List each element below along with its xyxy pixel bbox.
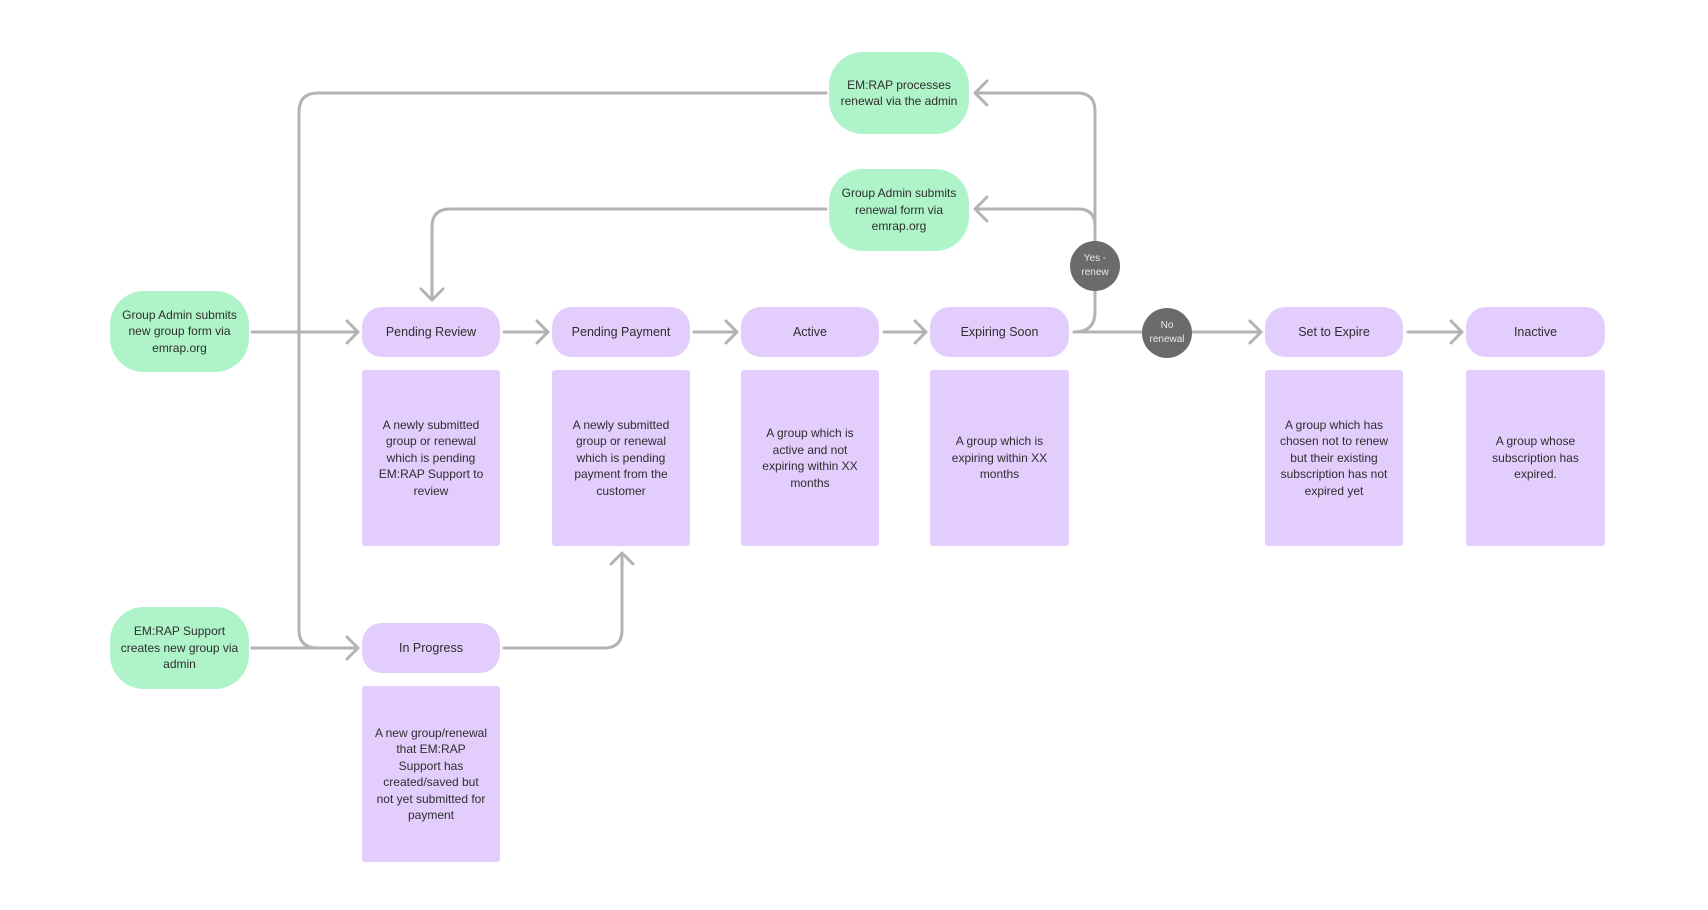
connector-in-progress-to-payment	[502, 551, 635, 650]
connector-active-to-expiring	[882, 319, 928, 345]
state-inactive: Inactive	[1466, 307, 1605, 357]
state-set-to-expire: Set to Expire	[1265, 307, 1403, 357]
start-processes-renewal: EM:RAP processes renewal via the admin	[829, 52, 969, 134]
state-set-to-expire-description: A group which has chosen not to renew bu…	[1265, 370, 1403, 546]
connector-payment-to-active	[692, 319, 739, 345]
state-pending-review-description: A newly submitted group or renewal which…	[362, 370, 500, 546]
state-expiring-soon-description: A group which is expiring within XX mont…	[930, 370, 1069, 546]
connector-renewal-form-to-pending-review	[419, 207, 828, 302]
state-inactive-description: A group whose subscription has expired.	[1466, 370, 1605, 546]
connector-set-to-expire-to-inactive	[1406, 319, 1464, 345]
state-active-description: A group which is active and not expiring…	[741, 370, 879, 546]
state-in-progress: In Progress	[362, 623, 500, 673]
decision-yes-renew: Yes - renew	[1070, 241, 1120, 291]
start-renewal-form: Group Admin submits renewal form via emr…	[829, 169, 969, 251]
state-in-progress-description: A new group/renewal that EM:RAP Support …	[362, 686, 500, 862]
state-pending-review: Pending Review	[362, 307, 500, 357]
state-expiring-soon: Expiring Soon	[930, 307, 1069, 357]
state-pending-payment: Pending Payment	[552, 307, 690, 357]
state-pending-payment-description: A newly submitted group or renewal which…	[552, 370, 690, 546]
connector-yes-renew-to-renewal-form	[973, 195, 1097, 232]
connector-new-form-to-pending-review	[250, 319, 360, 345]
decision-no-renewal: No renewal	[1142, 308, 1192, 358]
start-new-group-form: Group Admin submits new group form via e…	[110, 291, 249, 372]
connector-review-to-payment	[502, 319, 550, 345]
start-support-creates-group: EM:RAP Support creates new group via adm…	[110, 607, 249, 689]
connector-yes-renew-to-processes	[973, 79, 1097, 334]
state-active: Active	[741, 307, 879, 357]
